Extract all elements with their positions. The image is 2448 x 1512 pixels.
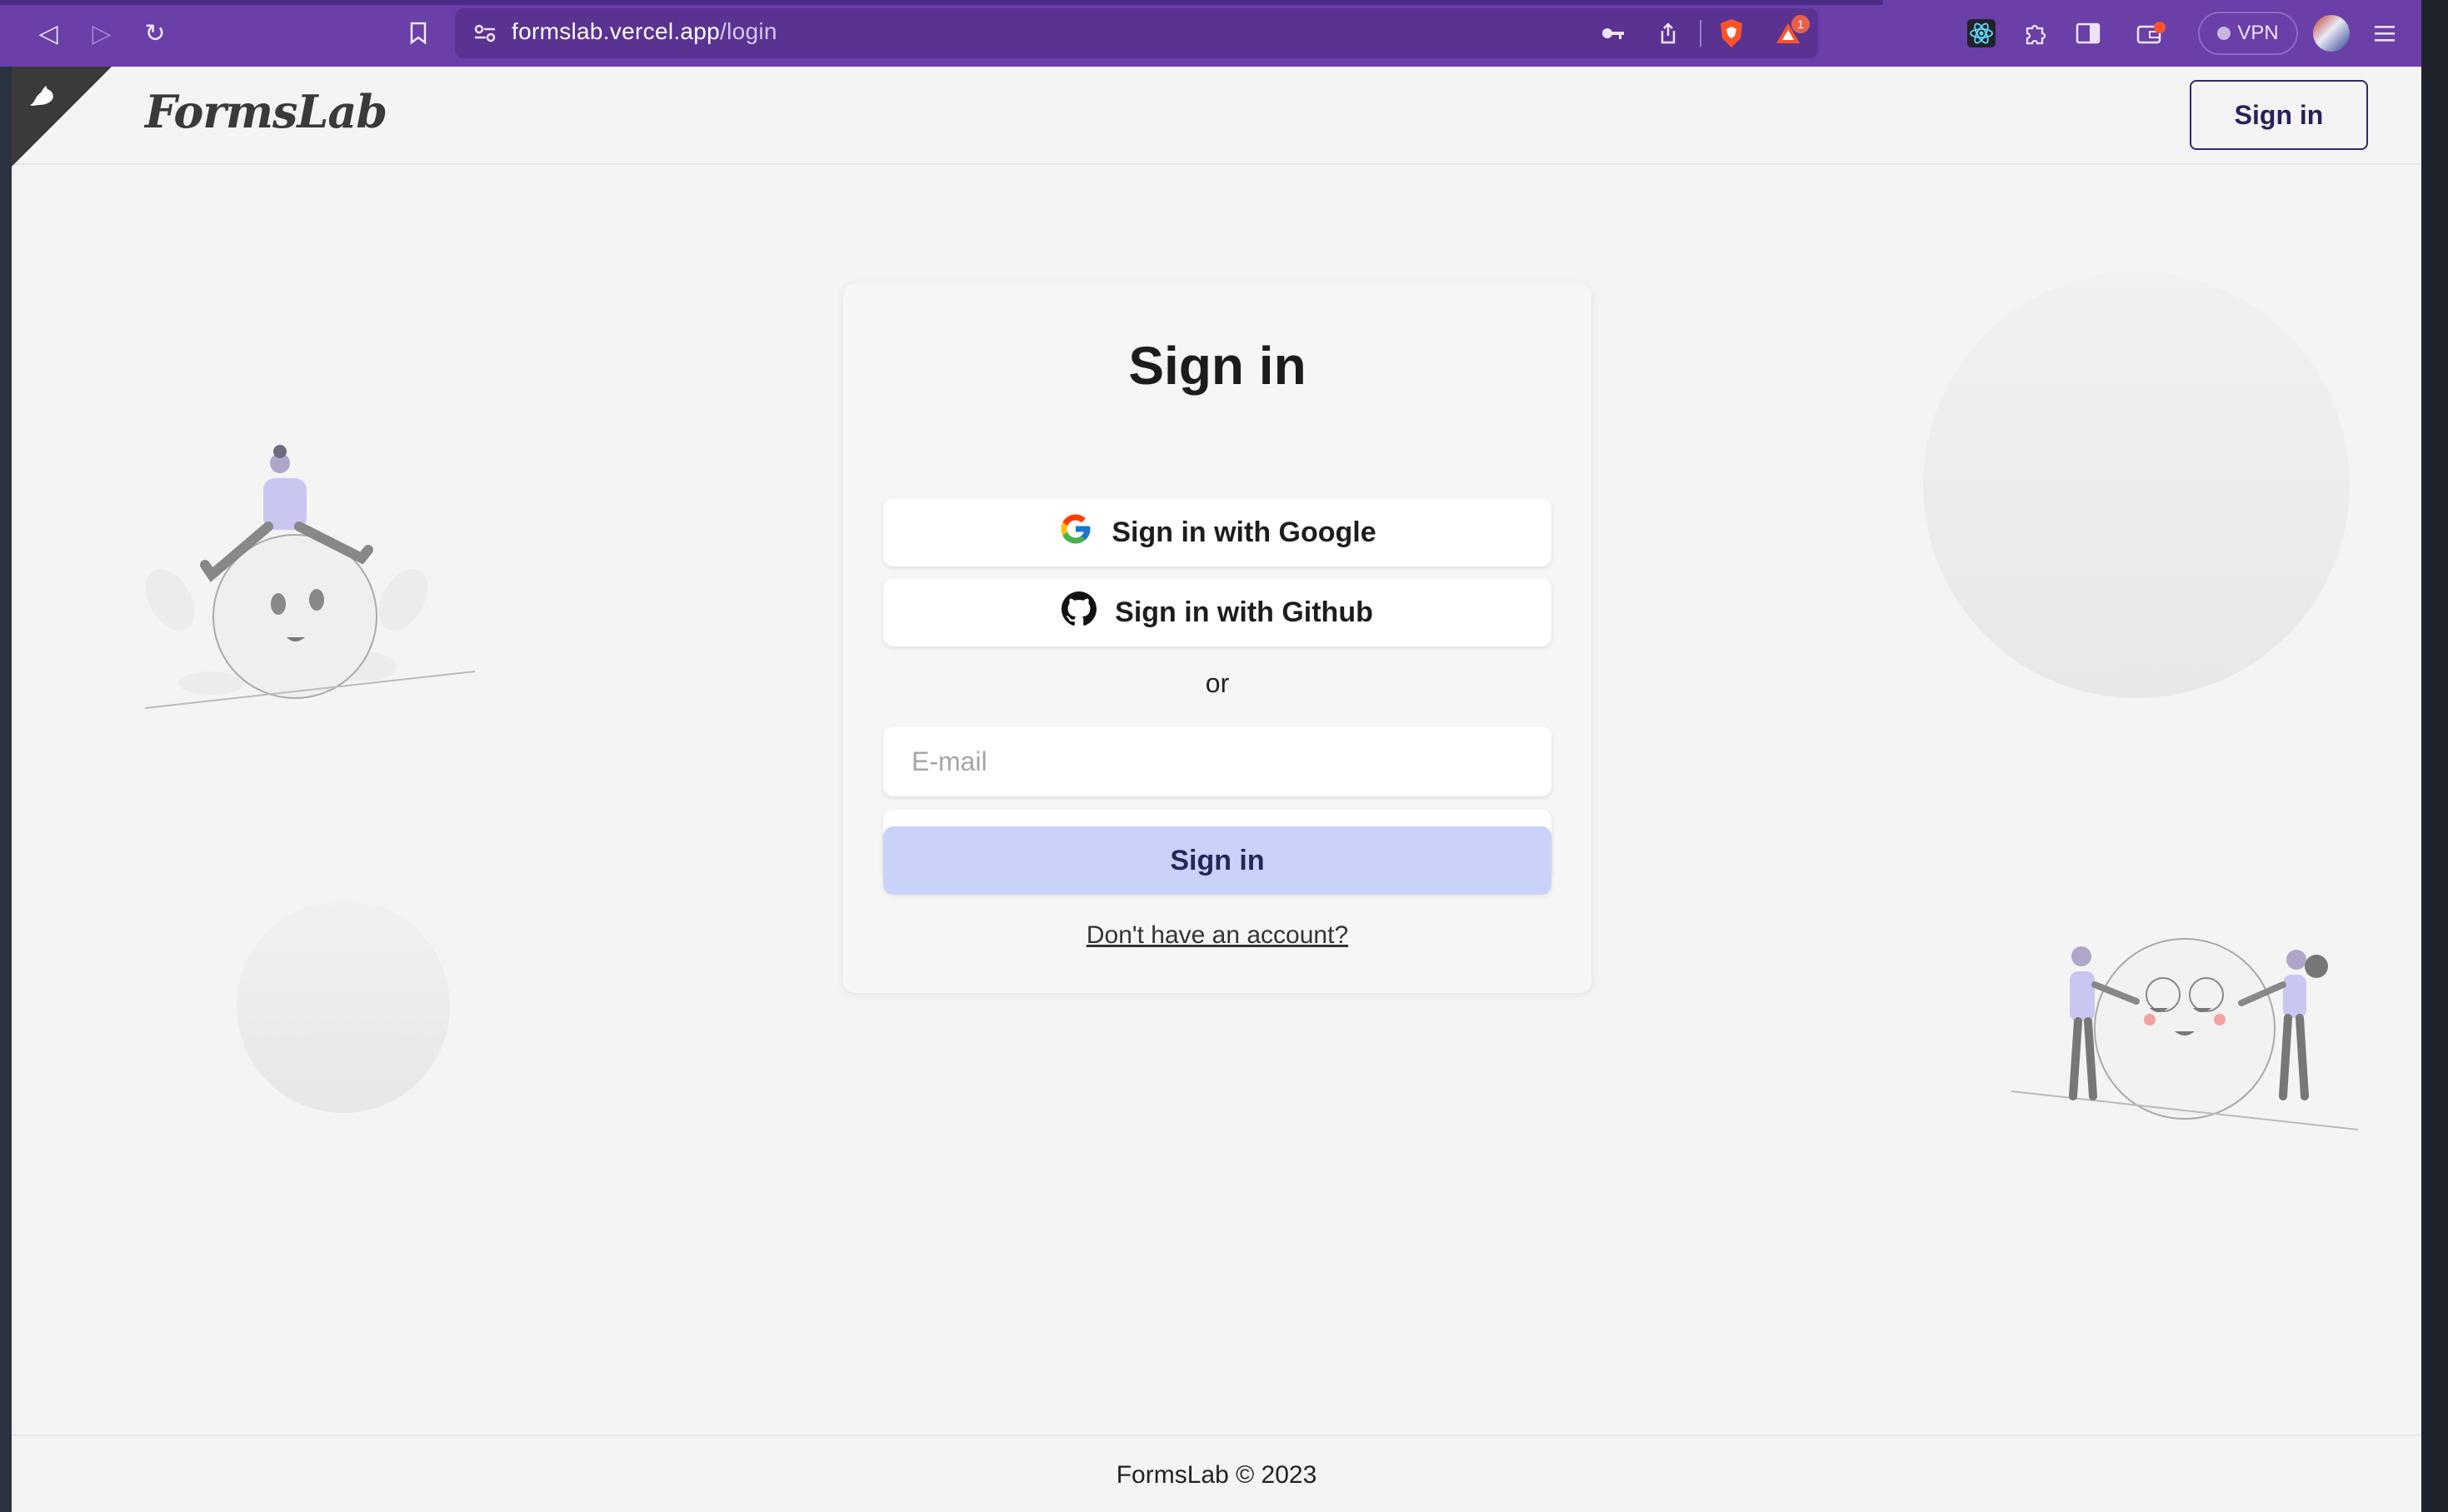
or-divider: or <box>1205 668 1230 698</box>
desktop-edge-right <box>2421 0 2448 1512</box>
site-header: FormsLab Sign in <box>12 67 2421 167</box>
share-icon[interactable] <box>1651 17 1685 50</box>
forward-icon[interactable]: ▷ <box>83 15 120 52</box>
sidebar-icon[interactable] <box>2071 17 2105 50</box>
decorative-circle-small <box>237 900 450 1113</box>
github-octocat-icon[interactable] <box>23 80 62 126</box>
menu-icon[interactable] <box>2368 17 2401 50</box>
site-footer: FormsLab © 2023 <box>12 1435 2421 1512</box>
logo[interactable]: FormsLab <box>145 85 387 138</box>
tab-strip[interactable] <box>0 0 1883 5</box>
google-signin-label: Sign in with Google <box>1112 516 1376 548</box>
url-path: /login <box>720 18 777 44</box>
vpn-button[interactable]: VPN <box>2198 12 2298 55</box>
brave-rewards-icon[interactable]: 1 <box>1771 15 1810 50</box>
github-signin-label: Sign in with Github <box>1115 596 1373 628</box>
signin-submit-button[interactable]: Sign in <box>883 826 1551 895</box>
vpn-status-icon <box>2217 27 2231 40</box>
signin-card: Sign in Sign in with Google Sign in with… <box>843 283 1591 993</box>
page-title: Sign in <box>1128 336 1306 396</box>
url-host: formslab.vercel.app <box>512 18 721 44</box>
vpn-label: VPN <box>2237 22 2279 44</box>
brave-shield-icon[interactable] <box>1715 17 1748 50</box>
google-icon <box>1058 511 1093 554</box>
back-icon[interactable]: ◁ <box>30 15 67 52</box>
footer-copyright: FormsLab © 2023 <box>1116 1461 1317 1489</box>
extensions-icon[interactable] <box>2018 17 2051 50</box>
header-signin-button[interactable]: Sign in <box>2190 80 2368 150</box>
browser-toolbar: ◁ ▷ ↻ formslab.vercel.app/login 1 VPN <box>0 0 2421 67</box>
url-text[interactable]: formslab.vercel.app/login <box>512 18 777 45</box>
react-devtools-icon[interactable] <box>1965 17 1998 50</box>
two-people-illustration <box>2011 938 2359 1130</box>
signup-link[interactable]: Don't have an account? <box>843 921 1591 950</box>
decorative-circle-large <box>1923 272 2350 698</box>
site-settings-icon[interactable] <box>468 17 502 50</box>
google-signin-button[interactable]: Sign in with Google <box>883 498 1551 566</box>
bookmark-icon[interactable] <box>400 15 437 52</box>
jumping-person-illustration <box>144 445 476 709</box>
key-icon[interactable] <box>1596 17 1630 50</box>
wallet-icon[interactable] <box>2135 17 2168 50</box>
toolbar-divider <box>1700 20 1701 47</box>
email-field[interactable] <box>883 726 1551 796</box>
notification-badge: 1 <box>1791 15 1810 33</box>
page: FormsLab Sign in Sign in Sign in with Go… <box>12 67 2421 1512</box>
profile-avatar[interactable] <box>2313 15 2350 52</box>
github-signin-button[interactable]: Sign in with Github <box>883 578 1551 646</box>
reload-icon[interactable]: ↻ <box>137 15 173 52</box>
desktop-edge-left <box>0 67 12 1512</box>
github-icon <box>1062 591 1097 634</box>
